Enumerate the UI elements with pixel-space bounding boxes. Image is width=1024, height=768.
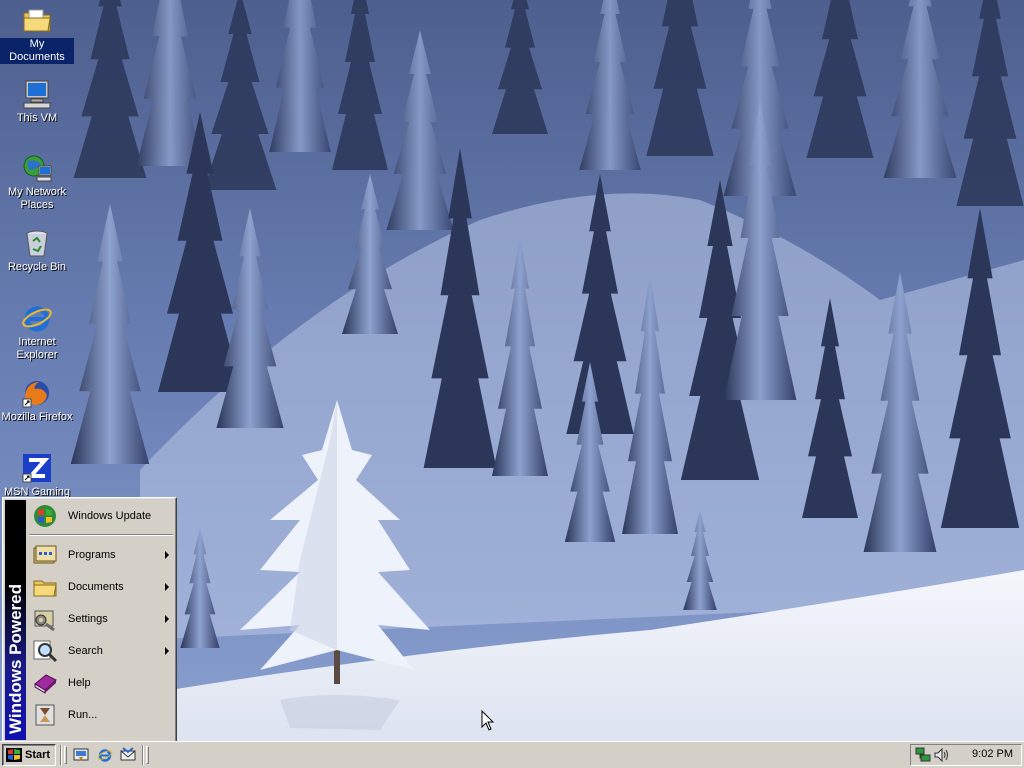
windows-logo-icon <box>6 748 22 762</box>
start-menu-item-label: Programs <box>68 549 116 561</box>
taskbar-separator <box>60 745 62 765</box>
start-button-label: Start <box>25 749 51 761</box>
start-menu-item-documents[interactable]: Documents <box>28 571 174 603</box>
clock[interactable]: 9:02 PM <box>972 748 1013 760</box>
folder-documents-icon <box>23 9 51 32</box>
firefox-icon <box>22 381 49 408</box>
outlook-express-icon[interactable] <box>120 747 136 763</box>
taskbar: Start 9:02 PM <box>0 741 1024 768</box>
desktop-icon-mozilla-firefox[interactable]: Mozilla Firefox <box>0 377 74 424</box>
quick-launch-grip[interactable] <box>64 746 67 764</box>
run-icon <box>35 704 55 726</box>
programs-icon <box>33 545 57 564</box>
start-menu-item-label: Windows Update <box>68 510 152 522</box>
desktop-icon-label: Recycle Bin <box>7 261 67 273</box>
network-icon[interactable] <box>915 747 931 763</box>
start-menu-banner-text: Windows Powered <box>6 583 25 734</box>
msn-gaming-icon <box>22 454 51 483</box>
internet-explorer-icon[interactable] <box>97 747 113 763</box>
start-menu-item-windows-update[interactable]: Windows Update <box>28 500 174 532</box>
start-menu: Windows Powered Windows Update Programs <box>2 497 177 743</box>
desktop-icon-label: This VM <box>16 112 58 124</box>
desktop-icon-internet-explorer[interactable]: Internet Explorer <box>0 302 74 362</box>
start-menu-item-help[interactable]: Help <box>28 667 174 699</box>
search-icon <box>33 640 58 663</box>
start-menu-item-run[interactable]: Run... <box>28 699 174 731</box>
desktop-icon-label: Internet Explorer <box>16 336 58 361</box>
start-menu-item-search[interactable]: Search <box>28 635 174 667</box>
desktop-icon-my-network-places[interactable]: My Network Places <box>0 152 74 212</box>
documents-folder-icon <box>33 580 57 597</box>
start-menu-item-label: Help <box>68 677 91 689</box>
desktop-icon-my-documents[interactable]: My Documents <box>0 4 74 64</box>
desktop-icon-recycle-bin[interactable]: Recycle Bin <box>0 227 74 274</box>
submenu-arrow-icon <box>165 583 169 591</box>
start-menu-item-label: Documents <box>68 581 124 593</box>
desktop-icon-msn-gaming[interactable]: MSN Gaming <box>0 452 74 499</box>
system-tray: 9:02 PM <box>910 744 1022 766</box>
desktop-icon-label: My Documents <box>0 38 74 64</box>
start-menu-item-label: Search <box>68 645 103 657</box>
network-places-icon <box>23 155 52 182</box>
start-menu-item-label: Run... <box>68 709 98 721</box>
volume-icon[interactable] <box>933 747 949 763</box>
mouse-pointer-icon <box>481 710 495 731</box>
start-menu-items: Windows Update Programs Documents Settin… <box>28 500 174 740</box>
task-area-grip[interactable] <box>146 746 149 764</box>
recycle-bin-icon <box>26 230 48 257</box>
settings-icon <box>34 610 55 632</box>
desktop-icon-label: Mozilla Firefox <box>1 411 73 423</box>
submenu-arrow-icon <box>165 551 169 559</box>
desktop-icon-label: My Network Places <box>7 186 67 211</box>
help-book-icon <box>34 674 57 694</box>
internet-explorer-icon <box>22 306 52 332</box>
show-desktop-icon[interactable] <box>73 747 89 763</box>
start-menu-banner: Windows Powered <box>5 500 26 740</box>
desktop-icon-this-vm[interactable]: This VM <box>0 78 74 125</box>
start-button[interactable]: Start <box>2 744 56 766</box>
windows-update-icon <box>34 505 56 527</box>
start-menu-item-label: Settings <box>68 613 108 625</box>
start-menu-item-programs[interactable]: Programs <box>28 539 174 571</box>
start-menu-separator <box>29 534 173 536</box>
computer-icon <box>23 80 51 109</box>
submenu-arrow-icon <box>165 615 169 623</box>
submenu-arrow-icon <box>165 647 169 655</box>
start-menu-item-settings[interactable]: Settings <box>28 603 174 635</box>
taskbar-separator <box>142 745 144 765</box>
